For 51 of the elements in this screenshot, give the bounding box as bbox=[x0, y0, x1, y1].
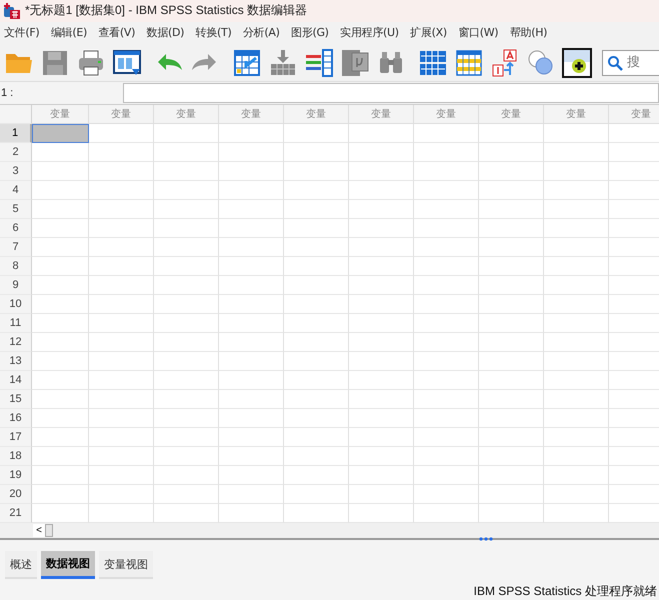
data-cell[interactable] bbox=[32, 124, 89, 144]
row-header[interactable]: 1 bbox=[0, 124, 32, 144]
row-header[interactable]: 18 bbox=[0, 447, 32, 466]
row-header[interactable]: 6 bbox=[0, 219, 32, 238]
cell-value-field[interactable] bbox=[123, 83, 659, 104]
menu-item[interactable]: 图形(G) bbox=[291, 25, 329, 40]
row-header[interactable]: 19 bbox=[0, 466, 32, 486]
menu-item[interactable]: 帮助(H) bbox=[510, 25, 548, 40]
select-all-corner[interactable] bbox=[0, 105, 32, 124]
menu-item[interactable]: 文件(F) bbox=[4, 25, 40, 40]
scrollbar-thumb[interactable] bbox=[45, 524, 53, 538]
row-header[interactable]: 4 bbox=[0, 181, 32, 200]
row-header[interactable]: 13 bbox=[0, 352, 32, 372]
list-bars-icon[interactable] bbox=[304, 48, 334, 78]
row-header[interactable]: 7 bbox=[0, 238, 32, 258]
row-header[interactable]: 11 bbox=[0, 314, 32, 334]
menu-item[interactable]: 编辑(E) bbox=[50, 25, 87, 40]
row-header[interactable]: 3 bbox=[0, 162, 32, 182]
row-header[interactable]: 8 bbox=[0, 257, 32, 276]
highlighted-table-icon[interactable] bbox=[454, 48, 484, 78]
row-header[interactable]: 20 bbox=[0, 485, 32, 504]
table-arrow-icon[interactable] bbox=[232, 48, 262, 78]
row-header[interactable]: 14 bbox=[0, 371, 32, 390]
app-icon bbox=[3, 2, 21, 20]
menu-item[interactable]: 实用程序(U) bbox=[340, 25, 399, 40]
menu-item[interactable]: 转换(T) bbox=[196, 25, 232, 40]
printer-icon[interactable] bbox=[76, 48, 106, 78]
row-header[interactable]: 10 bbox=[0, 295, 32, 314]
row-header[interactable]: 16 bbox=[0, 409, 32, 428]
row-header[interactable]: 17 bbox=[0, 428, 32, 448]
row-header[interactable]: 12 bbox=[0, 333, 32, 352]
cell-reference-label: 1 : bbox=[0, 87, 14, 100]
menu-item[interactable]: 数据(D) bbox=[146, 25, 184, 40]
menu-item[interactable]: 窗口(W) bbox=[458, 25, 498, 40]
search-field[interactable]: 搜 bbox=[602, 50, 659, 76]
row-header[interactable]: 5 bbox=[0, 200, 32, 220]
view-tab[interactable]: 概述 bbox=[5, 551, 37, 579]
row-header[interactable]: 9 bbox=[0, 276, 32, 296]
view-tab[interactable]: 变量视图 bbox=[99, 551, 153, 579]
status-text: IBM SPSS Statistics 处理程序就绪 bbox=[474, 583, 657, 600]
menu-item[interactable]: 扩展(X) bbox=[410, 25, 447, 40]
row-header[interactable]: 21 bbox=[0, 504, 32, 524]
splitter-handle-icon[interactable] bbox=[479, 537, 493, 542]
scroll-left-button[interactable]: < bbox=[33, 524, 45, 538]
view-tab[interactable]: 数据视图 bbox=[41, 551, 95, 579]
row-header[interactable]: 15 bbox=[0, 390, 32, 410]
window-title: *无标题1 [数据集0] - IBM SPSS Statistics 数据编辑器 bbox=[25, 2, 308, 20]
row-header[interactable]: 2 bbox=[0, 143, 32, 162]
plus-circle-icon[interactable] bbox=[562, 48, 592, 78]
menu-item[interactable]: 分析(A) bbox=[242, 25, 280, 40]
menu-item[interactable]: 查看(V) bbox=[98, 25, 136, 40]
